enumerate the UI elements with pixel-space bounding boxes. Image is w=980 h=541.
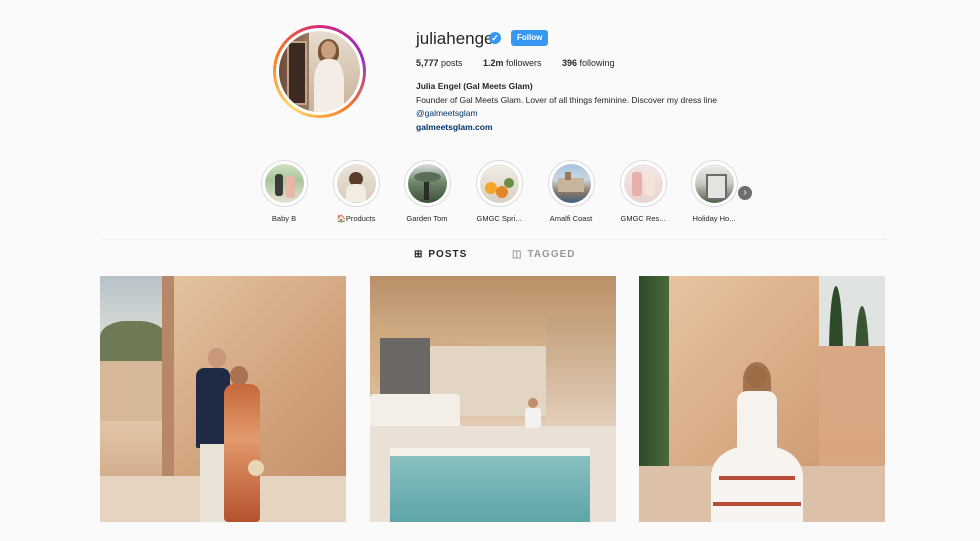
tab-tagged[interactable]: ◫ TAGGED: [512, 249, 576, 260]
highlight-label: Amalfi Coast: [549, 214, 593, 223]
profile-mention-link[interactable]: @galmeetsglam: [416, 108, 478, 118]
highlight-item[interactable]: 🏠Products: [326, 160, 386, 223]
highlight-item[interactable]: GMGC Res...: [613, 160, 673, 223]
highlight-item[interactable]: Amalfi Coast: [541, 160, 601, 223]
highlight-label: Garden Tom: [406, 214, 448, 223]
stat-following-label: following: [579, 58, 615, 68]
highlight-item[interactable]: GMGC Spri...: [469, 160, 529, 223]
follow-button[interactable]: Follow: [511, 30, 549, 46]
tagged-icon: ◫: [512, 249, 523, 260]
profile-full-name: Julia Engel (Gal Meets Glam): [416, 81, 533, 91]
highlight-item[interactable]: Holiday Ho...: [684, 160, 744, 223]
profile-bio: Founder of Gal Meets Glam. Lover of all …: [416, 95, 717, 105]
highlight-cover: [479, 164, 519, 203]
highlight-cover: [407, 164, 447, 203]
profile-avatar[interactable]: [273, 25, 366, 118]
profile-page: juliahengel ✓ Follow 5,777 posts 1.2m fo…: [0, 0, 980, 541]
highlight-label: GMGC Spri...: [476, 214, 522, 223]
stat-posts-label: posts: [441, 58, 463, 68]
highlight-label: Baby B: [271, 214, 297, 223]
stat-followers-label: followers: [506, 58, 542, 68]
tabs-divider: [100, 239, 886, 240]
highlight-cover: [551, 164, 591, 203]
post-thumbnail[interactable]: [100, 276, 346, 522]
stat-posts[interactable]: 5,777 posts: [416, 58, 463, 68]
stat-posts-value: 5,777: [416, 58, 439, 68]
tab-posts-label: POSTS: [428, 249, 468, 260]
highlights-next-arrow-icon[interactable]: ›: [738, 186, 752, 200]
highlight-cover: [623, 164, 663, 203]
highlight-item[interactable]: Garden Tom: [397, 160, 457, 223]
highlight-label: 🏠Products: [336, 214, 376, 223]
highlight-cover: [694, 164, 734, 203]
stat-following[interactable]: 396 following: [562, 58, 615, 68]
stat-followers-value: 1.2m: [483, 58, 504, 68]
profile-website-link[interactable]: galmeetsglam.com: [416, 122, 493, 132]
tab-posts[interactable]: ⊞ POSTS: [414, 249, 467, 260]
highlight-item[interactable]: Baby B: [254, 160, 314, 223]
highlight-cover: [336, 164, 376, 203]
grid-icon: ⊞: [414, 249, 424, 260]
tab-tagged-label: TAGGED: [527, 249, 576, 260]
highlight-label: GMGC Res...: [620, 214, 666, 223]
highlight-cover: [264, 164, 304, 203]
post-thumbnail[interactable]: [370, 276, 616, 522]
verified-badge-icon: ✓: [489, 32, 501, 44]
highlight-label: Holiday Ho...: [692, 214, 736, 223]
stat-following-value: 396: [562, 58, 578, 68]
avatar-photo: [279, 31, 360, 112]
profile-username: juliahengel: [416, 29, 498, 48]
stat-followers[interactable]: 1.2m followers: [483, 58, 542, 68]
post-thumbnail[interactable]: [639, 276, 885, 522]
